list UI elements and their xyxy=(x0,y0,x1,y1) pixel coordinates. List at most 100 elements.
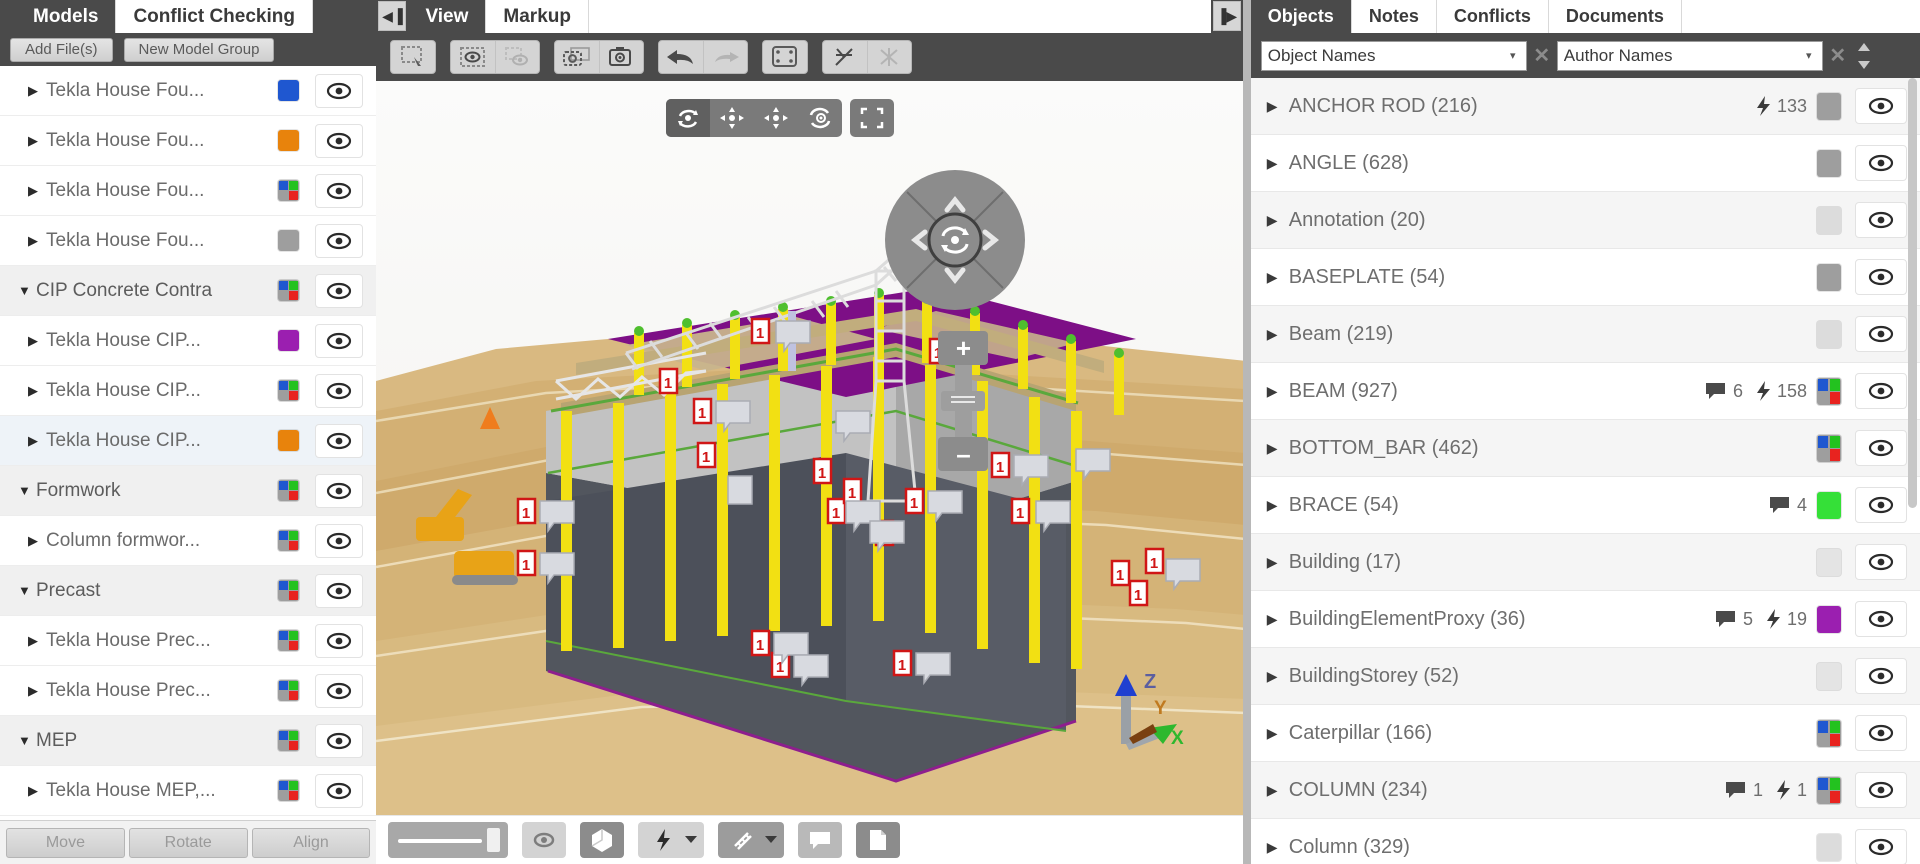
object-list-row[interactable]: BRACE (54) 4 xyxy=(1250,477,1920,534)
color-swatch[interactable] xyxy=(278,580,300,601)
visibility-eye-icon[interactable] xyxy=(1855,772,1908,808)
visibility-eye-icon[interactable] xyxy=(1855,829,1908,864)
color-swatch[interactable] xyxy=(278,280,300,301)
color-swatch[interactable] xyxy=(1817,377,1842,405)
color-swatch[interactable] xyxy=(1817,92,1842,120)
expand-arrow-icon[interactable] xyxy=(28,683,46,699)
object-list-row[interactable]: Building (17) xyxy=(1250,534,1920,591)
visibility-eye-icon[interactable] xyxy=(315,323,364,358)
fit-to-view-icon[interactable] xyxy=(763,41,807,73)
color-swatch[interactable] xyxy=(278,230,300,251)
visibility-eye-icon[interactable] xyxy=(1855,601,1908,637)
model-tree-row[interactable]: Tekla House MEP,... xyxy=(0,766,377,816)
color-swatch[interactable] xyxy=(1817,776,1842,804)
visibility-eye-icon[interactable] xyxy=(1855,373,1908,409)
visibility-eye-icon[interactable] xyxy=(315,523,364,558)
right-scrollbar[interactable] xyxy=(1908,78,1918,864)
expand-arrow-icon[interactable] xyxy=(28,783,46,799)
model-tree-row[interactable]: Tekla House Prec... xyxy=(0,666,377,716)
section-plane-icon[interactable] xyxy=(823,41,867,73)
model-tree-row[interactable]: Precast xyxy=(0,566,377,616)
pan-icon[interactable] xyxy=(710,99,754,137)
model-tree-row[interactable]: Tekla House Fou... xyxy=(0,216,377,266)
object-list-row[interactable]: Column (329) xyxy=(1251,819,1920,864)
color-swatch[interactable] xyxy=(278,330,300,351)
object-list[interactable]: ANCHOR ROD (216) 133 ANGLE (628) Annotation… xyxy=(1250,78,1920,864)
expand-arrow-icon[interactable] xyxy=(28,633,46,649)
object-list-row[interactable]: BuildingElementProxy (36) 5 19 xyxy=(1250,591,1920,648)
model-tree-row[interactable]: Tekla House Fou... xyxy=(0,66,377,116)
model-tree[interactable]: Tekla House Fou... Tekla House Fou... Tekl… xyxy=(0,66,377,820)
slider-knob[interactable] xyxy=(487,828,501,852)
color-swatch[interactable] xyxy=(278,80,300,101)
object-names-select[interactable]: Object Names ▾ xyxy=(1260,40,1527,71)
clear-object-names-button[interactable]: ✕ xyxy=(1527,41,1557,71)
save-view-icon[interactable] xyxy=(555,41,599,73)
expand-arrow-icon[interactable] xyxy=(1267,839,1289,856)
model-tree-row[interactable]: Tekla House CIP... xyxy=(0,416,377,466)
clash-flash-icon[interactable] xyxy=(1765,609,1781,629)
visibility-eye-icon[interactable] xyxy=(1855,544,1908,580)
model-tree-row[interactable]: Formwork xyxy=(0,466,377,516)
look-around-icon[interactable] xyxy=(798,99,842,137)
visibility-eye-icon[interactable] xyxy=(315,473,364,508)
object-list-row[interactable]: BEAM (927) 6 158 xyxy=(1250,363,1920,420)
expand-arrow-icon[interactable] xyxy=(1267,383,1289,400)
visibility-eye-icon[interactable] xyxy=(1855,715,1908,751)
model-tree-row[interactable]: MEP xyxy=(0,716,377,766)
object-list-row[interactable]: BASEPLATE (54) xyxy=(1250,249,1920,306)
comment-icon[interactable] xyxy=(1769,496,1791,514)
clash-flash-icon[interactable] xyxy=(1755,381,1771,401)
visibility-eye-icon[interactable] xyxy=(1855,145,1908,181)
orbit-icon[interactable] xyxy=(666,99,711,137)
visibility-eye-icon[interactable] xyxy=(315,673,364,708)
capture-snapshot-icon[interactable] xyxy=(599,41,643,73)
model-tree-row[interactable]: Tekla House Fou... xyxy=(0,166,377,216)
visibility-eye-icon[interactable] xyxy=(1855,658,1908,694)
visibility-eye-icon[interactable] xyxy=(315,73,364,108)
navigation-compass[interactable] xyxy=(881,166,1029,314)
comment-icon[interactable] xyxy=(798,822,843,858)
show-only-selected-icon[interactable] xyxy=(451,41,495,73)
color-swatch[interactable] xyxy=(1817,719,1842,747)
color-swatch[interactable] xyxy=(278,730,300,751)
new-model-group-button[interactable]: New Model Group xyxy=(123,37,275,62)
select-box-icon[interactable] xyxy=(391,41,435,73)
clash-flash-icon[interactable] xyxy=(1755,96,1771,116)
expand-arrow-icon[interactable] xyxy=(28,83,46,99)
collapse-arrow-icon[interactable] xyxy=(18,283,36,298)
expand-arrow-icon[interactable] xyxy=(28,333,46,349)
sort-order-button[interactable] xyxy=(1853,42,1875,70)
object-list-row[interactable]: COLUMN (234)11 xyxy=(1250,762,1920,819)
expand-arrow-icon[interactable] xyxy=(1267,725,1289,742)
tab-conflict-checking[interactable]: Conflict Checking xyxy=(116,0,313,33)
model-tree-row[interactable]: Tekla House Prec... xyxy=(0,616,377,666)
color-swatch[interactable] xyxy=(278,430,300,451)
document-icon[interactable] xyxy=(856,822,901,858)
collapse-arrow-icon[interactable] xyxy=(18,733,36,748)
color-swatch[interactable] xyxy=(1817,434,1842,462)
expand-arrow-icon[interactable] xyxy=(28,533,46,549)
clash-flash-icon[interactable] xyxy=(1775,780,1791,800)
panel-divider[interactable] xyxy=(1242,0,1251,864)
visibility-eye-icon[interactable] xyxy=(1855,487,1908,523)
expand-arrow-icon[interactable] xyxy=(28,183,46,199)
tab-view[interactable]: View xyxy=(408,0,487,33)
model-tree-row[interactable]: Tekla House CIP... xyxy=(0,366,377,416)
redo-icon[interactable] xyxy=(703,41,747,73)
comment-icon[interactable] xyxy=(1715,610,1737,628)
visibility-eye-icon[interactable] xyxy=(315,123,364,158)
tab-markup[interactable]: Markup xyxy=(486,0,589,33)
tab-notes[interactable]: Notes xyxy=(1351,0,1437,33)
model-tree-row[interactable]: Column formwor... xyxy=(0,516,377,566)
visibility-eye-icon[interactable] xyxy=(315,573,364,608)
visibility-eye-icon[interactable] xyxy=(1855,88,1908,124)
expand-arrow-icon[interactable] xyxy=(1267,554,1289,571)
visibility-eye-icon[interactable] xyxy=(315,623,364,658)
collapse-arrow-icon[interactable] xyxy=(18,483,36,498)
zoom-in-button[interactable]: + xyxy=(938,331,989,365)
color-swatch[interactable] xyxy=(1817,662,1842,690)
visibility-eye-icon[interactable] xyxy=(1855,259,1908,295)
collapse-right-icon[interactable]: ▐▶ xyxy=(1212,1,1241,31)
color-swatch[interactable] xyxy=(278,780,300,801)
